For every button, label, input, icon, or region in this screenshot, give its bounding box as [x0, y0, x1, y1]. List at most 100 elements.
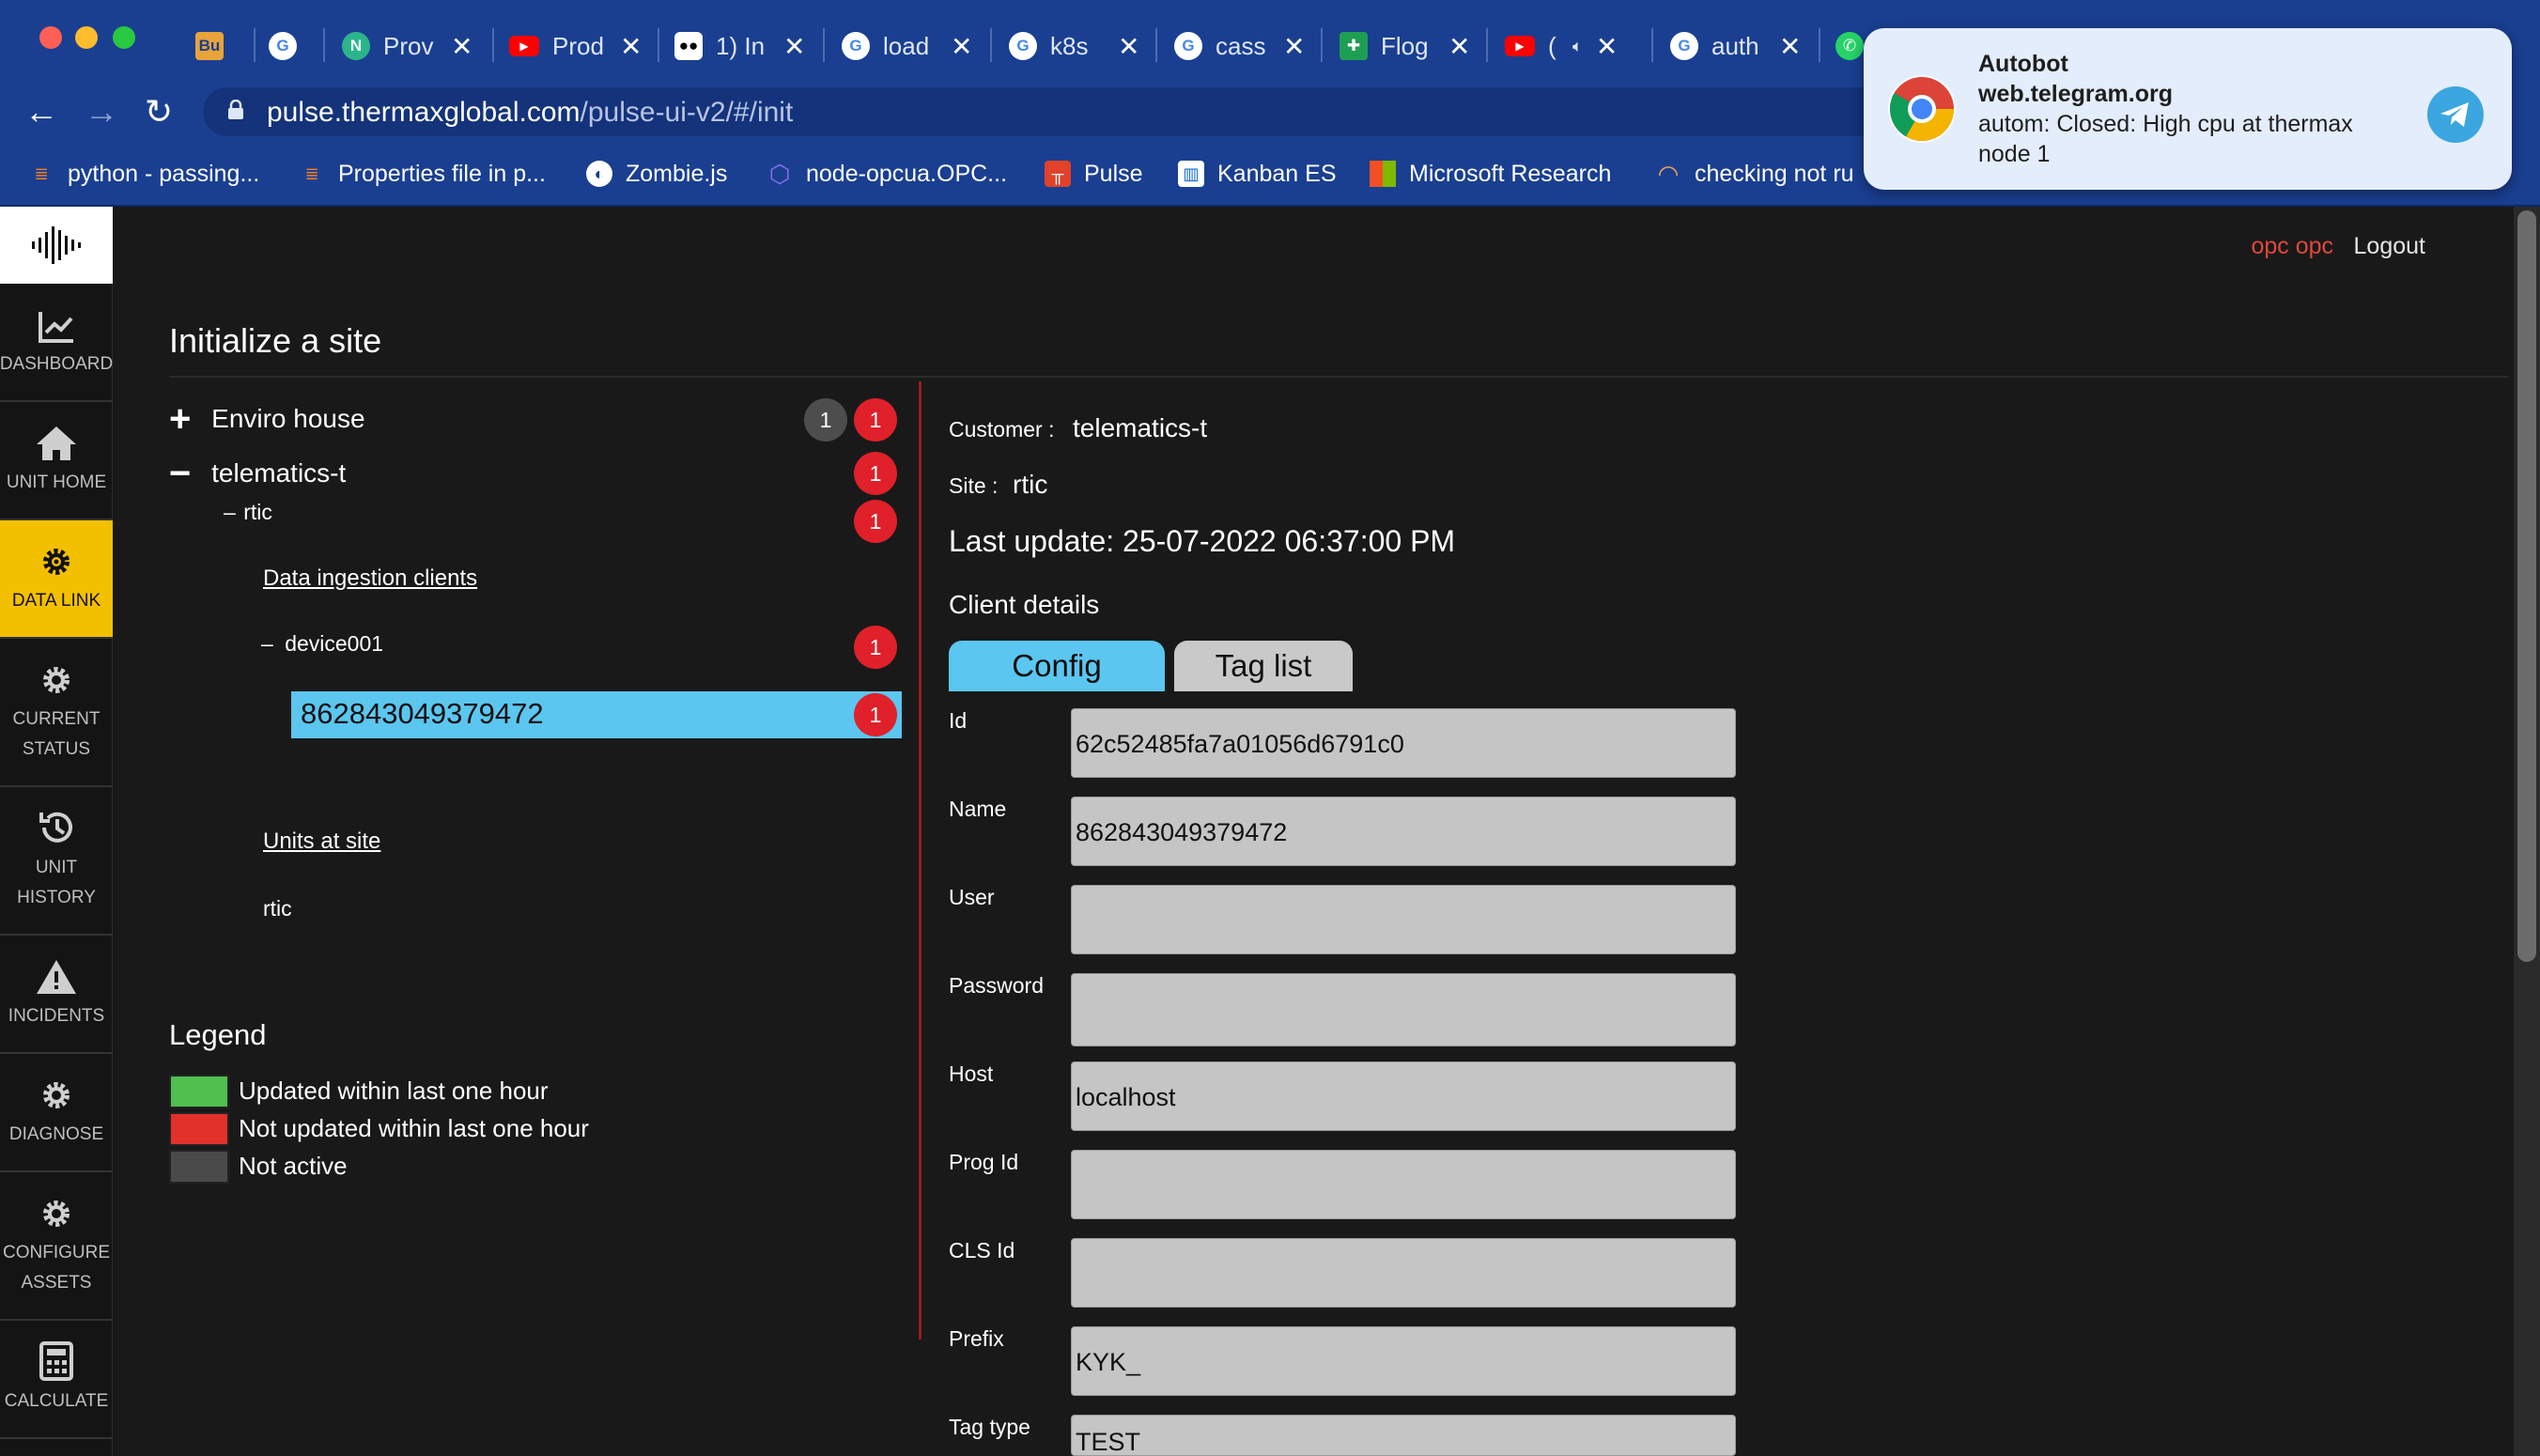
- back-arrow-icon[interactable]: ←: [24, 90, 58, 133]
- tab-tag-list[interactable]: Tag list: [1174, 641, 1353, 691]
- panel-divider: [919, 381, 922, 1340]
- sidebar-label: CONFIGURE: [3, 1243, 110, 1262]
- browser-tab[interactable]: G cass ✕: [1174, 21, 1305, 71]
- password-field[interactable]: [1071, 973, 1736, 1046]
- bookmark-label: Pulse: [1084, 160, 1143, 187]
- google-icon: G: [1009, 32, 1037, 60]
- sidebar-item-unit-history[interactable]: UNIT HISTORY: [0, 787, 113, 936]
- site-value: rtic: [1013, 470, 1048, 499]
- prog-id-field[interactable]: [1071, 1150, 1736, 1219]
- browser-tab[interactable]: G k8s ✕: [1009, 21, 1139, 71]
- data-ingestion-clients-link[interactable]: Data ingestion clients: [263, 565, 477, 592]
- forward-arrow-icon[interactable]: →: [85, 90, 118, 133]
- close-tab-icon[interactable]: ✕: [451, 31, 472, 62]
- tab-title: 1) In: [716, 31, 766, 60]
- sidebar-item-calculate[interactable]: CALCULATE: [0, 1321, 113, 1439]
- browser-tab[interactable]: ✚ Flog ✕: [1340, 21, 1470, 71]
- tab-title: cass: [1216, 31, 1266, 60]
- sidebar-item-data-link[interactable]: DATA LINK: [0, 520, 113, 639]
- sidebar-label: STATUS: [22, 739, 91, 759]
- units-at-site-link[interactable]: Units at site: [263, 829, 380, 855]
- site-child-name: rtic: [243, 500, 272, 524]
- close-tab-icon[interactable]: ✕: [620, 31, 642, 62]
- gear-icon: [43, 667, 70, 693]
- id-field[interactable]: 62c52485fa7a01056d6791c0: [1071, 708, 1736, 778]
- user-field[interactable]: [1071, 885, 1736, 954]
- youtube-icon: ▶: [509, 36, 539, 56]
- tab-config[interactable]: Config: [949, 641, 1165, 691]
- field-label: Prog Id: [949, 1150, 1019, 1174]
- tree-node-device[interactable]: – device001: [261, 631, 383, 657]
- close-tab-icon[interactable]: ✕: [951, 31, 972, 62]
- browser-tab[interactable]: G auth ✕: [1670, 21, 1801, 71]
- field-label: Password: [949, 973, 1044, 998]
- browser-tab[interactable]: ▶ ( 🔈︎ ✕: [1505, 21, 1618, 71]
- collapse-icon[interactable]: –: [261, 631, 273, 656]
- notification-popup[interactable]: Autobot web.telegram.org autom: Closed: …: [1864, 28, 2512, 190]
- sheets-icon: ✚: [1340, 32, 1368, 60]
- tag-type-field[interactable]: TEST: [1071, 1415, 1736, 1456]
- lock-icon: [228, 100, 243, 119]
- sidebar-item-dashboard[interactable]: DASHBOARD: [0, 284, 113, 402]
- close-tab-icon[interactable]: ✕: [783, 31, 805, 62]
- close-tab-icon[interactable]: ✕: [1448, 31, 1470, 62]
- legend-label: Not active: [239, 1152, 348, 1180]
- collapse-icon[interactable]: –: [224, 500, 236, 524]
- speaker-icon: 🔈︎: [1572, 36, 1583, 55]
- prefix-field[interactable]: KYK_: [1071, 1326, 1736, 1396]
- bookmark-item[interactable]: ⬡ node-opcua.OPC...: [767, 158, 1007, 190]
- browser-tab[interactable]: G load ✕: [842, 21, 972, 71]
- close-tab-icon[interactable]: ✕: [1596, 31, 1618, 62]
- bookmark-item[interactable]: Microsoft Research: [1370, 158, 1611, 190]
- tree-node-site-child[interactable]: – rtic: [224, 500, 272, 525]
- sidebar-item-diagnose[interactable]: DIAGNOSE: [0, 1054, 113, 1172]
- bookmark-item[interactable]: ◠ checking not ru: [1655, 158, 1854, 190]
- tab-title: k8s: [1050, 31, 1089, 60]
- close-window-button[interactable]: [39, 26, 62, 49]
- gear-icon: [43, 549, 70, 575]
- sidebar-item-unit-home[interactable]: UNIT HOME: [0, 402, 113, 520]
- sidebar-item-current-status[interactable]: CURRENT STATUS: [0, 639, 113, 787]
- sidebar-label: CALCULATE: [4, 1391, 109, 1411]
- user-name[interactable]: opc opc: [2251, 233, 2333, 260]
- close-tab-icon[interactable]: ✕: [1118, 31, 1139, 62]
- scrollbar-thumb[interactable]: [2517, 210, 2536, 962]
- sidebar-item-configure-assets[interactable]: CONFIGURE ASSETS: [0, 1172, 113, 1321]
- bookmark-item[interactable]: ╥ Pulse: [1045, 158, 1143, 190]
- bookmark-item[interactable]: ◐ Zombie.js: [586, 158, 727, 190]
- divider: [169, 376, 2508, 378]
- bookmark-item[interactable]: ▥ Kanban ES: [1178, 158, 1337, 190]
- browser-tab[interactable]: ●● 1) In ✕: [674, 21, 805, 71]
- sidebar-label: UNIT: [35, 858, 78, 877]
- browser-tab[interactable]: ▶ Prod ✕: [509, 21, 642, 71]
- logo[interactable]: [0, 207, 113, 284]
- tree-node-site[interactable]: − telematics-t: [169, 453, 346, 495]
- sidebar-item-incidents[interactable]: INCIDENTS: [0, 936, 113, 1054]
- expand-icon[interactable]: +: [169, 398, 191, 440]
- selected-client[interactable]: 862843049379472: [291, 691, 902, 738]
- maximize-window-button[interactable]: [113, 26, 135, 49]
- tree-node-site[interactable]: + Enviro house: [169, 398, 365, 441]
- browser-tab[interactable]: N Prov ✕: [342, 21, 472, 71]
- collapse-icon[interactable]: −: [169, 453, 191, 494]
- close-tab-icon[interactable]: ✕: [1779, 31, 1801, 62]
- unit-item[interactable]: rtic: [263, 896, 292, 922]
- stackoverflow-icon: ≣: [34, 163, 49, 183]
- sidebar-label: CURRENT: [12, 709, 101, 729]
- field-label: User: [949, 885, 995, 909]
- bookmark-item[interactable]: ≣ Properties file in p...: [299, 158, 545, 190]
- address-bar[interactable]: pulse.thermaxglobal.com/pulse-ui-v2/#/in…: [203, 87, 1894, 136]
- logout-button[interactable]: Logout: [2354, 233, 2425, 260]
- notification-source: web.telegram.org: [1978, 81, 2173, 107]
- browser-tab[interactable]: G: [269, 21, 310, 71]
- cls-id-field[interactable]: [1071, 1238, 1736, 1308]
- browser-tab[interactable]: Bu: [195, 21, 237, 71]
- bookmark-item[interactable]: ≣ python - passing...: [28, 158, 259, 190]
- name-field[interactable]: 862843049379472: [1071, 797, 1736, 866]
- minimize-window-button[interactable]: [75, 26, 98, 49]
- close-tab-icon[interactable]: ✕: [1283, 31, 1305, 62]
- reload-icon[interactable]: ↻: [145, 90, 173, 133]
- pulse-icon: ╥: [1045, 161, 1071, 187]
- field-label: CLS Id: [949, 1238, 1015, 1262]
- host-field[interactable]: localhost: [1071, 1061, 1736, 1131]
